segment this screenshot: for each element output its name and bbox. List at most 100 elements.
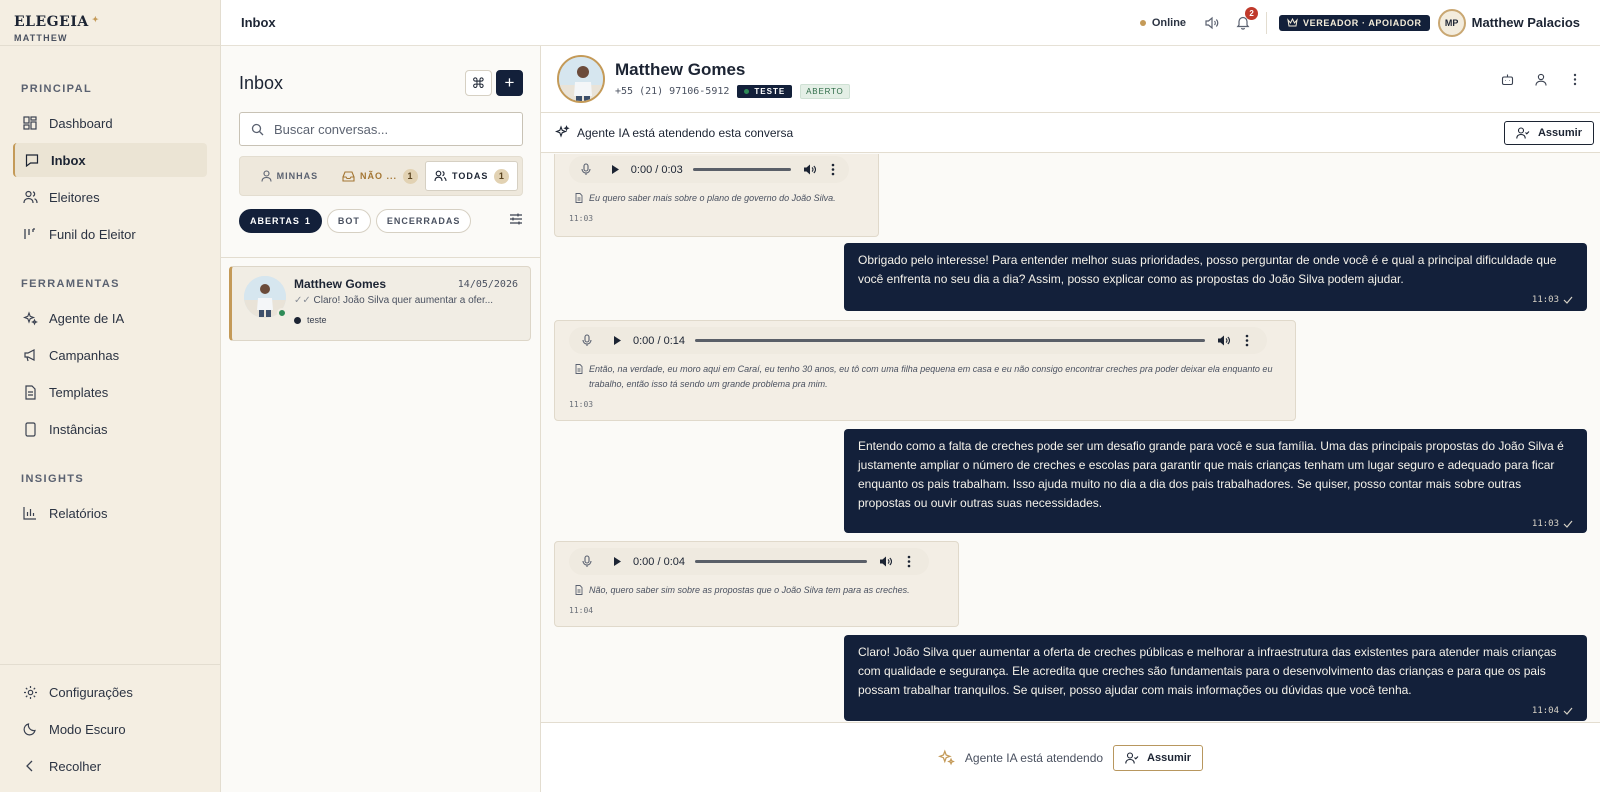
brand-logo[interactable]: ELEGEIA ✦ bbox=[14, 14, 220, 30]
online-status[interactable]: Online bbox=[1139, 17, 1186, 29]
inbox-panel: Inbox ⌘ + MINHAS NÃO ... 1 TODAS 1 ABERT… bbox=[221, 46, 541, 792]
document-icon bbox=[22, 384, 38, 400]
sidebar-item-label: Funil do Eleitor bbox=[49, 226, 136, 242]
search-input[interactable] bbox=[274, 121, 494, 137]
message-list: 0:00 / 0:03 Eu quero saber mais sobre o … bbox=[541, 154, 1600, 722]
audio-player: 0:00 / 0:04 bbox=[569, 548, 929, 575]
sound-icon[interactable] bbox=[1202, 14, 1220, 32]
sidebar-item-label: Configurações bbox=[49, 684, 133, 700]
sidebar-item-dashboard[interactable]: Dashboard bbox=[13, 106, 207, 140]
nav-section-ferramentas: FERRAMENTAS Agente de IA Campanhas Templ… bbox=[0, 273, 220, 446]
sidebar-item-modo-escuro[interactable]: Modo Escuro bbox=[13, 712, 207, 746]
incoming-audio-message: 0:00 / 0:03 Eu quero saber mais sobre o … bbox=[554, 154, 879, 237]
moon-icon bbox=[22, 721, 38, 737]
composer-assume-button[interactable]: Assumir bbox=[1113, 744, 1204, 771]
contact-tag: TESTE bbox=[737, 84, 793, 98]
volume-icon[interactable] bbox=[1217, 334, 1231, 347]
sidebar-item-label: Instâncias bbox=[49, 421, 108, 437]
sidebar-item-agente-ia[interactable]: Agente de IA bbox=[13, 301, 207, 335]
outgoing-message: Entendo como a falta de creches pode ser… bbox=[844, 429, 1587, 533]
transcript-icon bbox=[575, 193, 583, 203]
audio-more-icon[interactable] bbox=[831, 163, 835, 176]
breadcrumb: Inbox bbox=[241, 15, 276, 30]
sidebar-item-label: Inbox bbox=[51, 152, 86, 168]
sparkles-icon bbox=[937, 749, 955, 766]
tab-todas[interactable]: TODAS 1 bbox=[425, 161, 519, 191]
command-icon: ⌘ bbox=[471, 74, 486, 91]
transcript-icon bbox=[575, 364, 583, 374]
tag-dot-icon bbox=[294, 316, 301, 324]
sidebar-item-templates[interactable]: Templates bbox=[13, 375, 207, 409]
sidebar-item-label: Modo Escuro bbox=[49, 721, 126, 737]
sidebar-item-eleitores[interactable]: Eleitores bbox=[13, 180, 207, 214]
status-filters: ABERTAS 1 BOT ENCERRADAS bbox=[239, 208, 523, 234]
audio-progress-track[interactable] bbox=[695, 339, 1205, 342]
tab-count: 1 bbox=[403, 168, 419, 184]
sidebar-item-label: Agente de IA bbox=[49, 310, 125, 326]
play-icon[interactable] bbox=[604, 164, 627, 175]
nav-section-insights: INSIGHTS Relatórios bbox=[0, 468, 220, 530]
play-icon[interactable] bbox=[605, 335, 629, 346]
sidebar-item-recolher[interactable]: Recolher bbox=[13, 749, 207, 783]
filter-settings-icon[interactable] bbox=[509, 212, 523, 230]
user-avatar[interactable]: MP bbox=[1437, 8, 1466, 37]
message-meta: 11:03 bbox=[858, 295, 1573, 305]
brand: ELEGEIA ✦ MATTHEW bbox=[0, 0, 220, 46]
audio-progress-track[interactable] bbox=[695, 560, 867, 563]
divider bbox=[1266, 11, 1268, 34]
check-icon bbox=[1563, 707, 1573, 715]
megaphone-icon bbox=[22, 347, 38, 363]
contact-name: Matthew Gomes bbox=[615, 59, 746, 79]
audio-transcript: Eu quero saber mais sobre o plano de gov… bbox=[575, 191, 864, 206]
new-conversation-button[interactable]: + bbox=[496, 70, 523, 96]
sidebar-item-relatorios[interactable]: Relatórios bbox=[13, 496, 207, 530]
sidebar-item-instancias[interactable]: Instâncias bbox=[13, 412, 207, 446]
sidebar-item-configuracoes[interactable]: Configurações bbox=[13, 675, 207, 709]
tab-nao-atribuidas[interactable]: NÃO ... 1 bbox=[335, 161, 426, 191]
command-button[interactable]: ⌘ bbox=[465, 70, 492, 96]
outgoing-message: Claro! João Silva quer aumentar a oferta… bbox=[844, 635, 1587, 721]
assume-button[interactable]: Assumir bbox=[1503, 120, 1594, 145]
crown-icon bbox=[1287, 18, 1298, 27]
play-icon[interactable] bbox=[605, 556, 629, 567]
plus-icon: + bbox=[504, 73, 515, 92]
outgoing-message: Obrigado pelo interesse! Para entender m… bbox=[844, 243, 1587, 311]
filter-encerradas[interactable]: ENCERRADAS bbox=[375, 209, 472, 233]
inbox-tabs: MINHAS NÃO ... 1 TODAS 1 bbox=[239, 156, 523, 196]
conversation-item[interactable]: Matthew Gomes 14/05/2026 ✓✓ Claro! João … bbox=[229, 266, 531, 341]
contact-profile-icon[interactable] bbox=[1532, 70, 1550, 88]
search-icon bbox=[251, 123, 264, 135]
audio-progress-track[interactable] bbox=[692, 168, 791, 171]
users-icon bbox=[434, 170, 447, 182]
nav-heading: FERRAMENTAS bbox=[21, 278, 120, 290]
bell-icon[interactable]: 2 bbox=[1234, 6, 1259, 32]
user-name[interactable]: Matthew Palacios bbox=[1472, 15, 1580, 30]
conversation-date: 14/05/2026 bbox=[457, 278, 518, 290]
message-meta: 11:04 bbox=[858, 706, 1573, 716]
sidebar-bottom: Configurações Modo Escuro Recolher bbox=[0, 664, 220, 792]
conversation-list: Matthew Gomes 14/05/2026 ✓✓ Claro! João … bbox=[221, 257, 540, 341]
filter-bot[interactable]: BOT bbox=[326, 209, 371, 233]
dashboard-icon bbox=[22, 115, 38, 131]
volume-icon[interactable] bbox=[879, 555, 893, 568]
funnel-icon bbox=[22, 226, 38, 242]
audio-more-icon[interactable] bbox=[907, 555, 911, 568]
sidebar-item-campanhas[interactable]: Campanhas bbox=[13, 338, 207, 372]
inbox-icon bbox=[24, 152, 40, 168]
user-check-icon bbox=[1516, 126, 1530, 139]
nav-section-principal: PRINCIPAL Dashboard Inbox Eleitores Funi… bbox=[0, 78, 220, 251]
tab-minhas[interactable]: MINHAS bbox=[244, 161, 335, 191]
ai-agent-banner: Agente IA está atendendo esta conversa A… bbox=[541, 113, 1600, 153]
workspace-name: MATTHEW bbox=[14, 33, 68, 43]
filter-abertas[interactable]: ABERTAS 1 bbox=[239, 209, 322, 233]
more-options-icon[interactable] bbox=[1566, 70, 1584, 88]
audio-more-icon[interactable] bbox=[1245, 334, 1249, 347]
sidebar-item-label: Dashboard bbox=[49, 115, 113, 131]
sidebar-item-inbox[interactable]: Inbox bbox=[13, 143, 207, 177]
nav-heading: INSIGHTS bbox=[21, 473, 85, 485]
contact-avatar[interactable] bbox=[557, 55, 605, 103]
bot-icon[interactable] bbox=[1498, 70, 1516, 88]
sidebar-item-funil[interactable]: Funil do Eleitor bbox=[13, 217, 207, 251]
composer-status-text: Agente IA está atendendo bbox=[964, 750, 1104, 765]
volume-icon[interactable] bbox=[803, 163, 817, 176]
